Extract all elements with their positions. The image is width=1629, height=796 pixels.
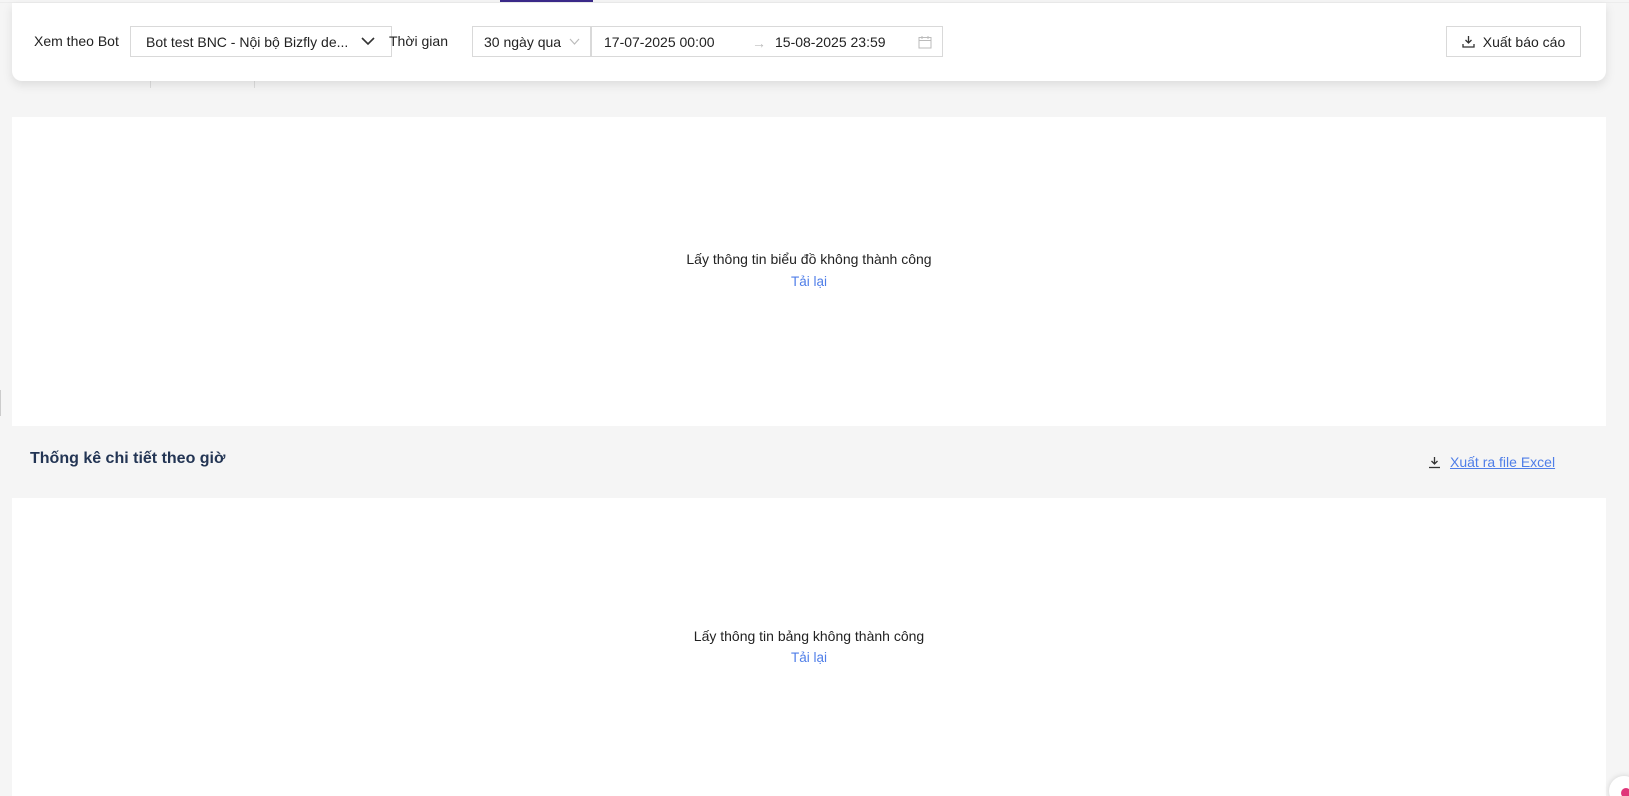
table-retry-link[interactable]: Tải lại (12, 650, 1606, 665)
chevron-down-icon (361, 37, 375, 46)
bot-select-value: Bot test BNC - Nội bộ Bizfly de... (146, 34, 349, 50)
date-range-picker[interactable]: 17-07-2025 00:00 → 15-08-2025 23:59 (591, 26, 943, 57)
export-report-button[interactable]: Xuất báo cáo (1446, 26, 1581, 57)
export-excel-label: Xuất ra file Excel (1450, 454, 1556, 470)
chat-widget-button[interactable] (1609, 776, 1629, 796)
end-date-input[interactable]: 15-08-2025 23:59 (775, 34, 886, 50)
export-excel-link[interactable]: Xuất ra file Excel (1428, 454, 1555, 470)
download-icon (1429, 456, 1440, 468)
chart-retry-link[interactable]: Tải lại (12, 274, 1606, 289)
chat-widget-icon (1621, 788, 1629, 796)
export-report-label: Xuất báo cáo (1482, 33, 1566, 50)
filter-bar: Xem theo Bot Bot test BNC - Nội bộ Bizfl… (12, 3, 1606, 81)
table-panel: Lấy thông tin bảng không thành công Tải … (12, 498, 1606, 796)
download-icon (1462, 36, 1475, 48)
time-range-select[interactable]: 30 ngày qua (472, 26, 591, 57)
time-filter-label: Thời gian (389, 33, 448, 49)
time-range-value: 30 ngày qua (484, 34, 562, 50)
chart-panel: Lấy thông tin biểu đồ không thành công T… (12, 117, 1606, 426)
start-date-input[interactable]: 17-07-2025 00:00 (604, 34, 715, 50)
table-error-message: Lấy thông tin bảng không thành công (693, 628, 925, 644)
bot-filter-label: Xem theo Bot (34, 33, 119, 49)
section-title: Thống kê chi tiết theo giờ (30, 450, 226, 467)
chevron-down-icon (569, 38, 580, 45)
arrow-right-icon: → (752, 35, 766, 51)
scroll-edge (0, 390, 1, 416)
calendar-icon (918, 36, 932, 49)
chart-error-message: Lấy thông tin biểu đồ không thành công (686, 251, 932, 267)
bot-select[interactable]: Bot test BNC - Nội bộ Bizfly de... (130, 26, 392, 57)
